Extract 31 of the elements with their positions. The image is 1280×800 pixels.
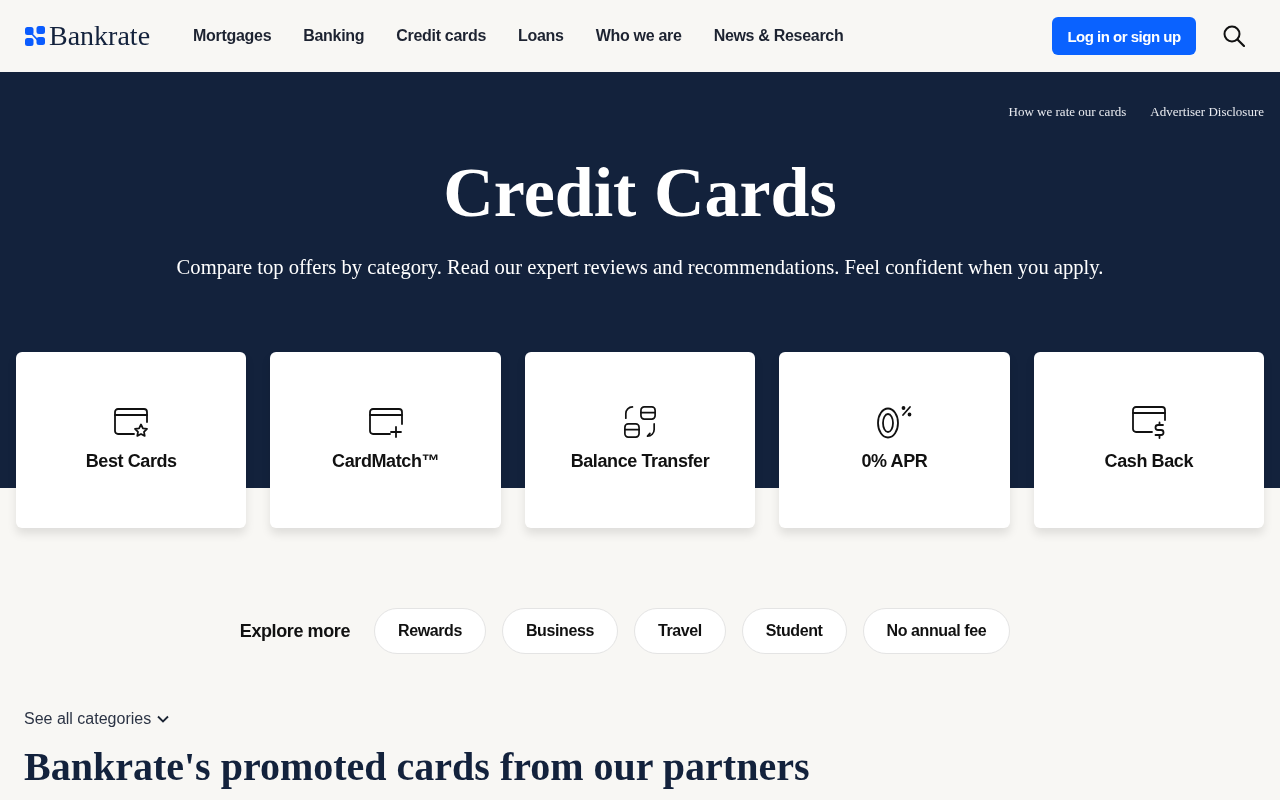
logo-icon [25, 26, 45, 46]
chevron-down-icon [157, 715, 170, 723]
category-card[interactable]: Best Cards [16, 352, 247, 528]
filter-chip[interactable]: Travel [633, 608, 726, 654]
search-icon[interactable] [1223, 25, 1245, 47]
category-card[interactable]: Cash Back [1033, 352, 1264, 528]
hero-link[interactable]: How we rate our cards [1008, 104, 1127, 120]
category-card[interactable]: CardMatch™ [270, 352, 501, 528]
nav-link[interactable]: Credit cards [396, 27, 487, 45]
nav-link[interactable]: News & Research [713, 27, 844, 45]
nav-link[interactable]: Who we are [595, 27, 682, 45]
see-all-link[interactable]: See all categories [24, 710, 170, 728]
category-card[interactable]: 0% APR [779, 352, 1010, 528]
filter-chip[interactable]: No annual fee [862, 608, 1011, 654]
section-heading: Bankrate's promoted cards from our partners [24, 746, 811, 788]
filter-chip[interactable]: Rewards [374, 608, 486, 654]
hero-link[interactable]: Advertiser Disclosure [1150, 104, 1264, 120]
nav-link[interactable]: Banking [303, 27, 365, 45]
card-dollar-icon [1130, 404, 1167, 439]
home-logo[interactable]: Bankrate [25, 20, 151, 52]
nav-link[interactable]: Loans [518, 27, 564, 45]
login-button[interactable]: Log in or sign up [1052, 17, 1196, 55]
nav-link[interactable]: Mortgages [193, 27, 272, 45]
category-card[interactable]: Balance Transfer [524, 352, 756, 528]
filter-chip[interactable]: Student [741, 608, 847, 654]
filter-chip[interactable]: Business [501, 608, 618, 654]
card-swap-icon [622, 404, 658, 439]
zero-percent-icon [876, 404, 913, 439]
explore-label: Explore more [239, 620, 351, 642]
page-title: Credit Cards [442, 153, 838, 233]
page-subtitle: Compare top offers by category. Read our expert reviews and recommendations. Feel confident when you apply. [175, 256, 1105, 281]
